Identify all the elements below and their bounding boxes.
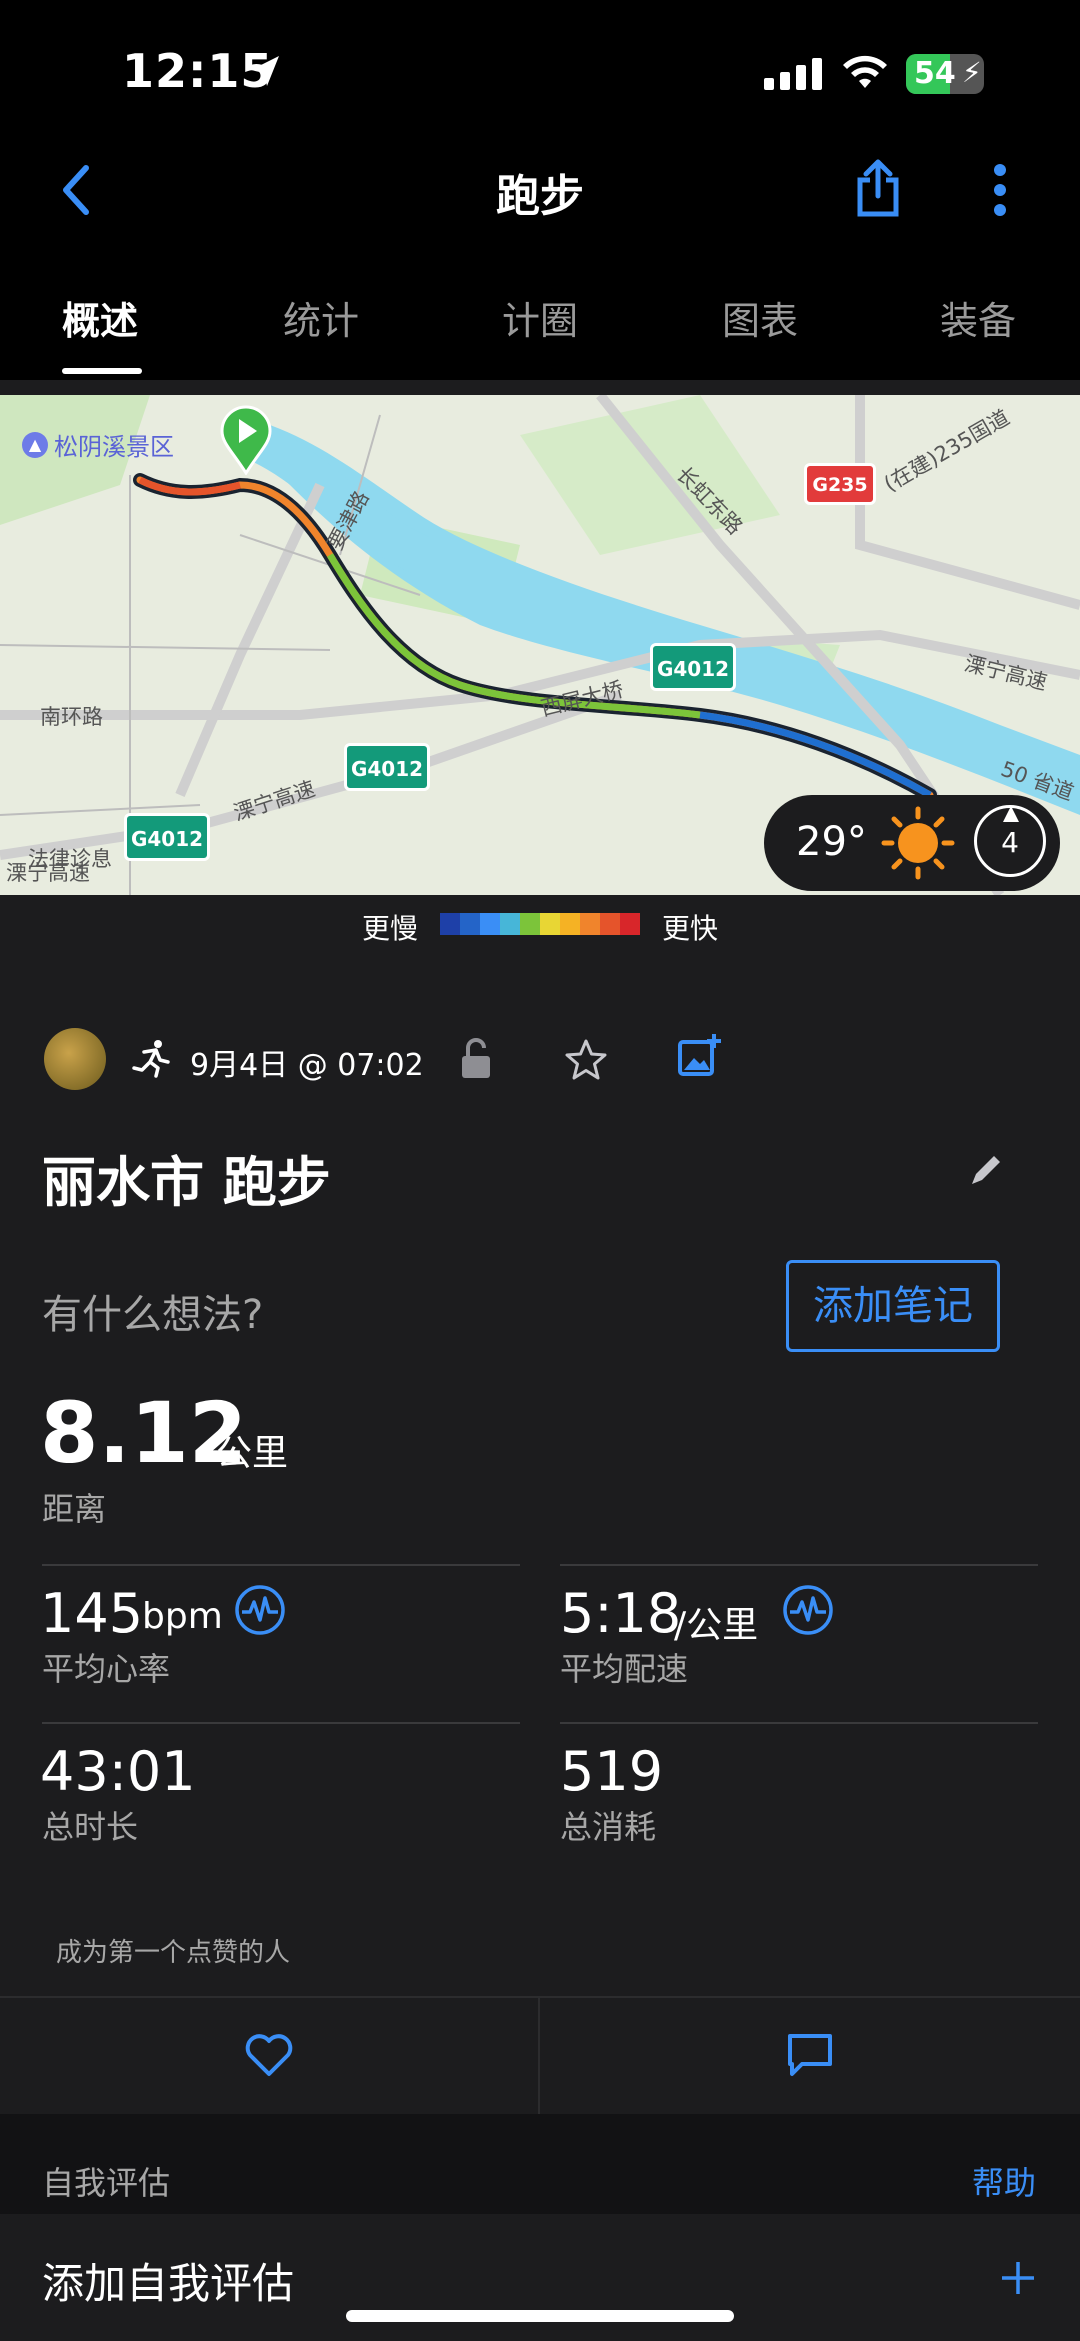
page-title: 跑步 — [496, 171, 584, 222]
heart-rate-value: 145 — [40, 1582, 144, 1645]
divider — [42, 1564, 520, 1566]
distance-unit: 公里 — [216, 1433, 289, 1474]
pace-value: 5:18 — [560, 1582, 682, 1645]
add-self-eval-label: 添加自我评估 — [42, 2259, 295, 2308]
self-eval-header: 自我评估 帮助 — [0, 2114, 1080, 2214]
pace-chart-icon[interactable] — [782, 1584, 834, 1636]
wifi-icon — [843, 55, 887, 88]
legend-faster: 更快 — [662, 912, 719, 945]
running-icon — [132, 1040, 170, 1078]
tab-laps[interactable]: 计圈 — [502, 290, 578, 345]
battery-icon: 54 ⚡ — [906, 54, 984, 94]
pace-legend: 更慢 更快 — [0, 895, 1080, 955]
divider — [560, 1722, 1038, 1724]
edit-pencil-icon[interactable] — [966, 1150, 1006, 1190]
activity-name: 丽水市 跑步 — [42, 1151, 331, 1214]
weather-temp: 29° — [796, 819, 867, 865]
highway-badge: G235 — [804, 463, 876, 505]
legend-slower: 更慢 — [362, 912, 419, 945]
tab-underline — [62, 368, 142, 374]
heart-rate-label: 平均心率 — [42, 1650, 171, 1688]
wind-icon: 4 — [974, 805, 1046, 877]
battery-level: 54 — [914, 56, 956, 91]
calories-label: 总消耗 — [560, 1808, 657, 1846]
duration-value: 43:01 — [40, 1740, 196, 1803]
sun-icon — [881, 806, 955, 880]
like-button[interactable] — [0, 1998, 538, 2114]
social-actions-bar — [0, 1996, 1080, 2116]
heart-rate-unit: bpm — [142, 1596, 223, 1637]
likes-text: 成为第一个点赞的人 — [56, 1938, 291, 1968]
star-icon[interactable] — [564, 1038, 608, 1082]
tab-gear[interactable]: 装备 — [940, 290, 1016, 345]
divider — [42, 1722, 520, 1724]
highway-badge: G4012 — [124, 813, 210, 861]
map-label-road: 南环路 — [40, 705, 103, 729]
home-indicator — [346, 2310, 734, 2322]
share-icon[interactable] — [854, 158, 902, 218]
tab-stats[interactable]: 统计 — [283, 290, 359, 345]
tab-charts[interactable]: 图表 — [722, 290, 798, 345]
duration-label: 总时长 — [42, 1808, 139, 1846]
pace-unit: /公里 — [674, 1605, 759, 1646]
thoughts-prompt[interactable]: 有什么想法? — [42, 1282, 263, 1340]
location-arrow-icon — [251, 56, 279, 86]
more-vertical-icon[interactable] — [992, 162, 1008, 218]
avatar[interactable] — [44, 1028, 106, 1090]
pace-label: 平均配速 — [560, 1650, 689, 1688]
comment-icon — [788, 2034, 832, 2076]
signal-icon — [764, 58, 822, 90]
plus-icon[interactable] — [1000, 2260, 1036, 2296]
map-label-park: ▲ 松阴溪景区 — [22, 427, 174, 462]
add-note-button[interactable]: 添加笔记 — [786, 1260, 1000, 1352]
calories-value: 519 — [560, 1740, 664, 1803]
tab-overview[interactable]: 概述 — [62, 290, 138, 345]
map-label-road: 法律诊息 — [28, 847, 112, 871]
help-link[interactable]: 帮助 — [972, 2158, 1036, 2204]
legend-gradient — [440, 913, 640, 935]
route-map[interactable]: ▲ 松阴溪景区 南环路 西屏大桥 长虹东路 (在建)235国道 溧宁高速 溧宁高… — [0, 395, 1080, 895]
activity-date: 9月4日 @ 07:02 — [190, 1048, 424, 1083]
highway-badge: G4012 — [650, 643, 736, 691]
weather-pill[interactable]: 29° 4 — [764, 795, 1060, 891]
divider — [560, 1564, 1038, 1566]
self-eval-title: 自我评估 — [42, 2164, 171, 2202]
heart-rate-chart-icon[interactable] — [234, 1584, 286, 1636]
distance-label: 距离 — [42, 1490, 107, 1528]
unlock-icon[interactable] — [458, 1036, 494, 1082]
highway-badge: G4012 — [344, 743, 430, 791]
comment-button[interactable] — [540, 1998, 1080, 2114]
start-marker-icon — [220, 405, 272, 475]
heart-icon — [245, 2034, 293, 2076]
add-photo-icon[interactable] — [676, 1032, 724, 1080]
